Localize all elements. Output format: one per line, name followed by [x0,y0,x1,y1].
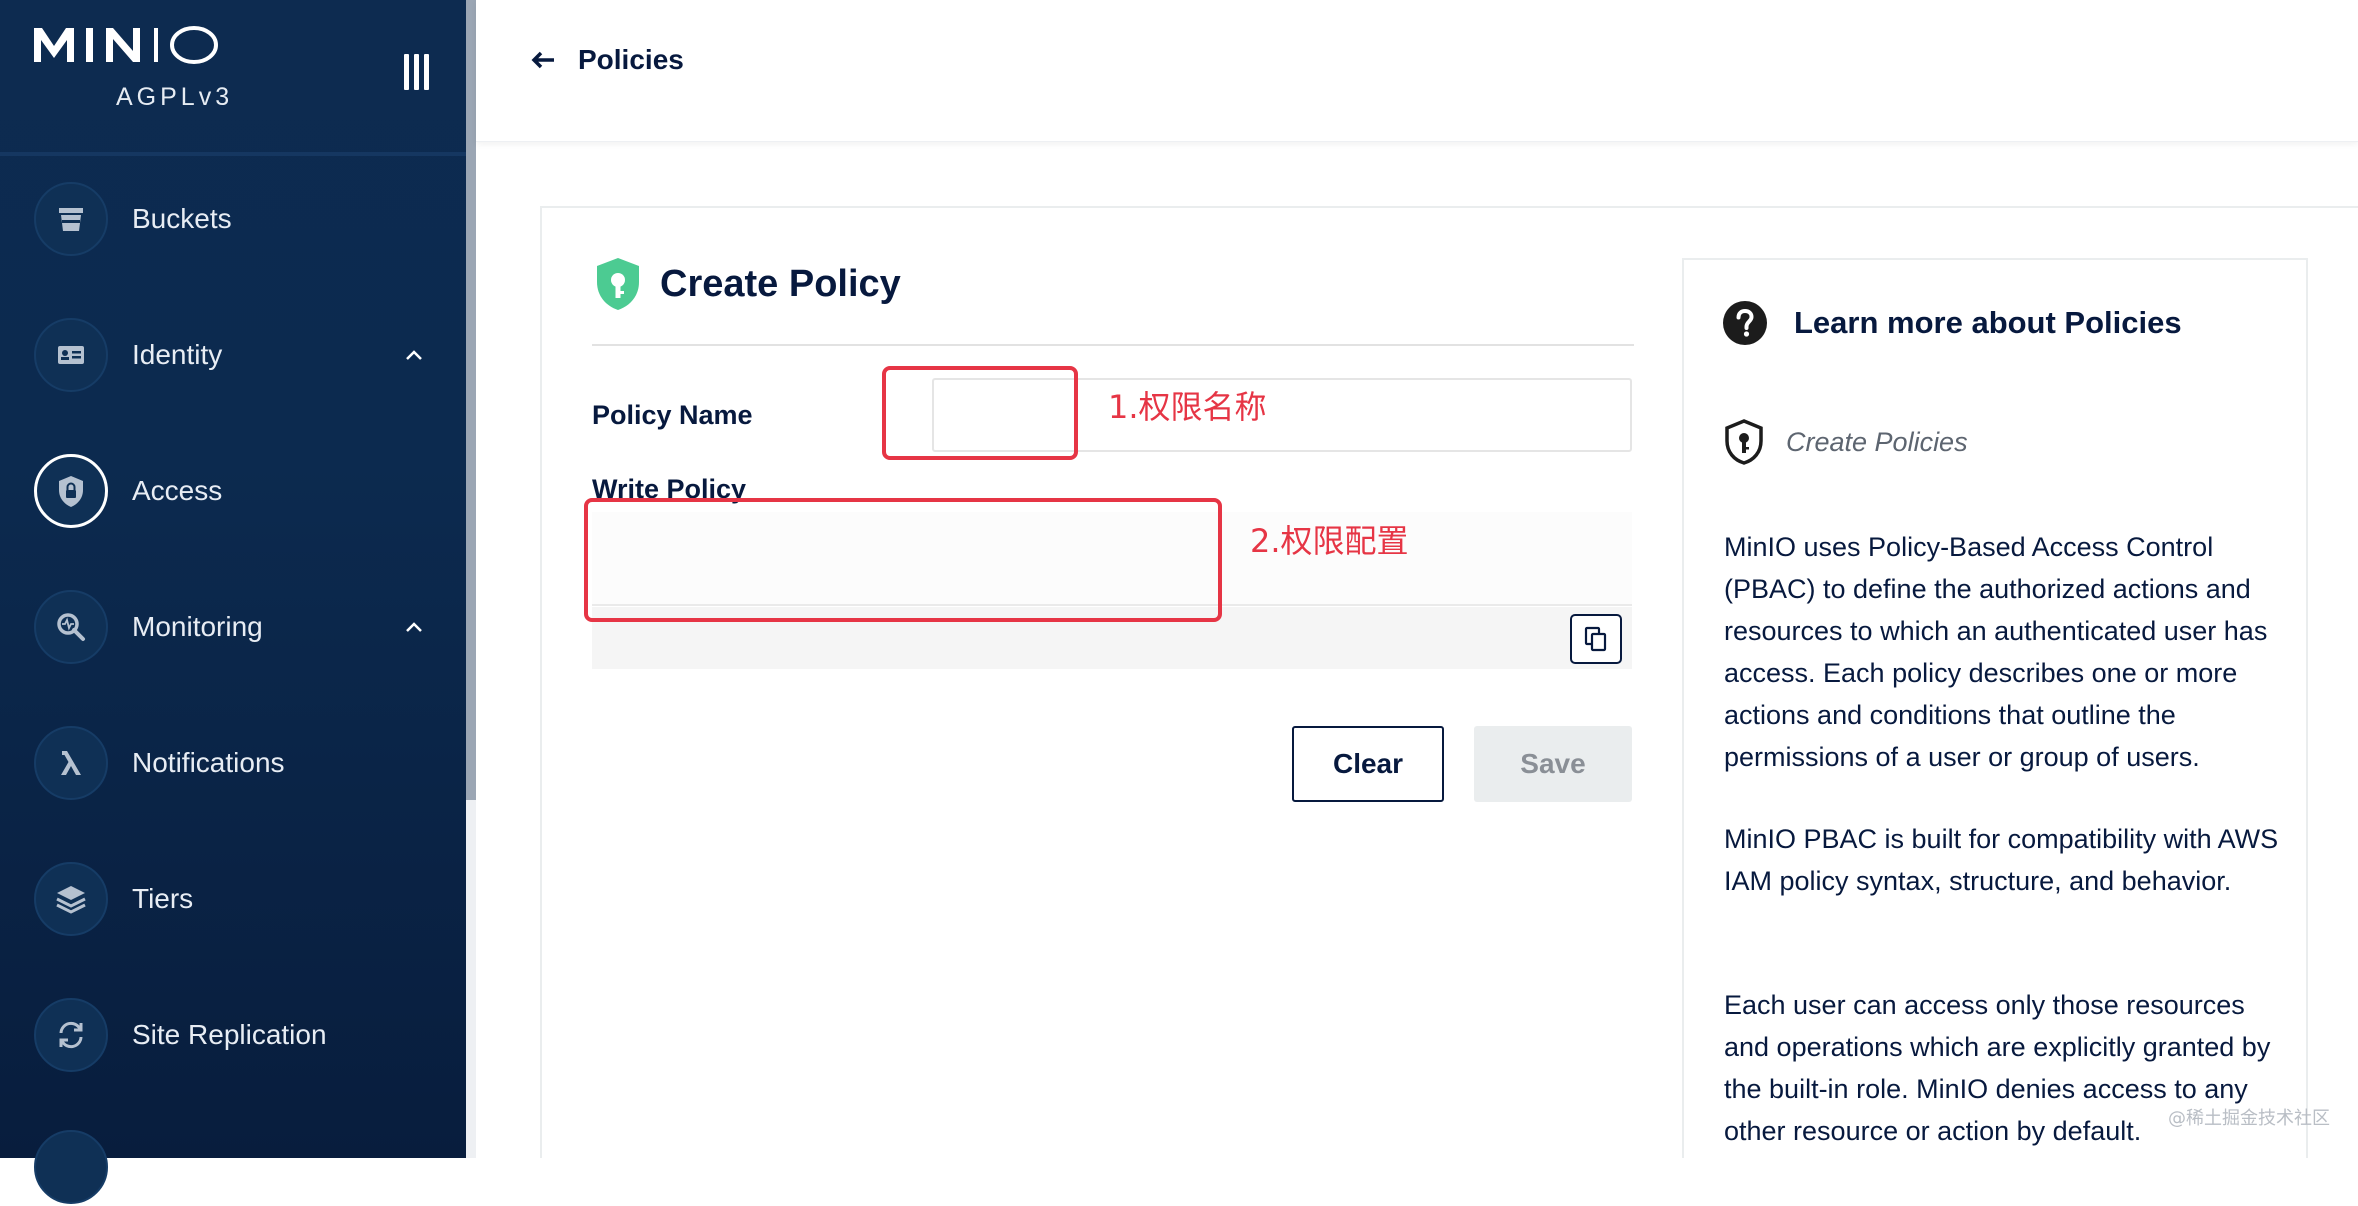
clear-button[interactable]: Clear [1292,726,1444,802]
help-title: Learn more about Policies [1794,305,2182,340]
divider [592,344,1634,346]
back-to-policies-link[interactable]: Policies [530,44,684,76]
sidebar-item-tiers[interactable]: Tiers [34,860,434,938]
sidebar-item-notifications[interactable]: Notifications [34,724,434,802]
bucket-icon [34,182,108,256]
lambda-icon [34,726,108,800]
save-button[interactable]: Save [1474,726,1632,802]
help-subtitle-row: Create Policies [1722,418,1968,466]
sidebar-scrollbar-thumb[interactable] [466,0,476,800]
page-title: Create Policy [660,262,901,305]
sidebar-item-label: Monitoring [132,611,263,642]
sidebar-item-site-replication[interactable]: Site Replication [34,996,434,1074]
page-header [476,0,2358,142]
id-card-icon [34,318,108,392]
annotation-box-policy-name [882,366,1078,460]
sidebar-item-partial[interactable] [34,1128,434,1206]
sidebar-item-label: Site Replication [132,1019,327,1050]
sidebar-item-label: Identity [132,339,223,370]
license-label: AGPLv3 [116,83,234,111]
sidebar-item-access[interactable]: Access [34,452,434,530]
help-paragraph: MinIO PBAC is built for compatibility wi… [1724,824,2279,896]
sidebar-item-label: Access [132,475,223,506]
copy-icon [1584,626,1607,652]
divider [0,152,466,156]
sidebar-item-label: Notifications [132,747,285,778]
shield-key-outline-icon [1725,419,1763,465]
sidebar-item-label: Buckets [132,203,232,234]
collapse-menu-icon[interactable] [404,54,434,90]
layers-icon [34,862,108,936]
minio-logo [34,26,218,64]
sidebar-item-monitoring[interactable]: Monitoring [34,588,434,666]
help-subtitle: Create Policies [1786,426,1968,457]
policy-name-label: Policy Name [592,400,753,430]
arrow-left-icon [531,51,554,69]
copy-button[interactable] [1570,614,1622,664]
annotation-box-policy-config [584,498,1222,622]
monitoring-icon [34,590,108,664]
shield-key-icon [597,258,639,310]
watermark: @稀土掘金技术社区 [2168,1108,2330,1129]
sidebar-item-buckets[interactable]: Buckets [34,180,434,258]
breadcrumb-label: Policies [578,44,684,75]
annotation-text-policy-config: 2.权限配置 [1250,522,1409,560]
help-circle-icon [1723,301,1767,345]
sidebar-item-label: Tiers [132,883,194,914]
chevron-up-icon[interactable] [394,607,434,647]
shield-lock-icon [34,454,108,528]
help-paragraph: MinIO uses Policy-Based Access Control (… [1724,532,2268,772]
sidebar: AGPLv3 Buckets Identity Access Monitorin… [0,0,466,1204]
chevron-up-icon[interactable] [394,335,434,375]
annotation-text-policy-name: 1.权限名称 [1108,388,1267,426]
replication-icon [34,998,108,1072]
sidebar-scrollbar-track[interactable] [466,800,476,1158]
help-title-row: Learn more about Policies [1722,300,2182,346]
settings-icon [34,1130,108,1204]
form-title-row: Create Policy [594,256,901,312]
sidebar-item-identity[interactable]: Identity [34,316,434,394]
